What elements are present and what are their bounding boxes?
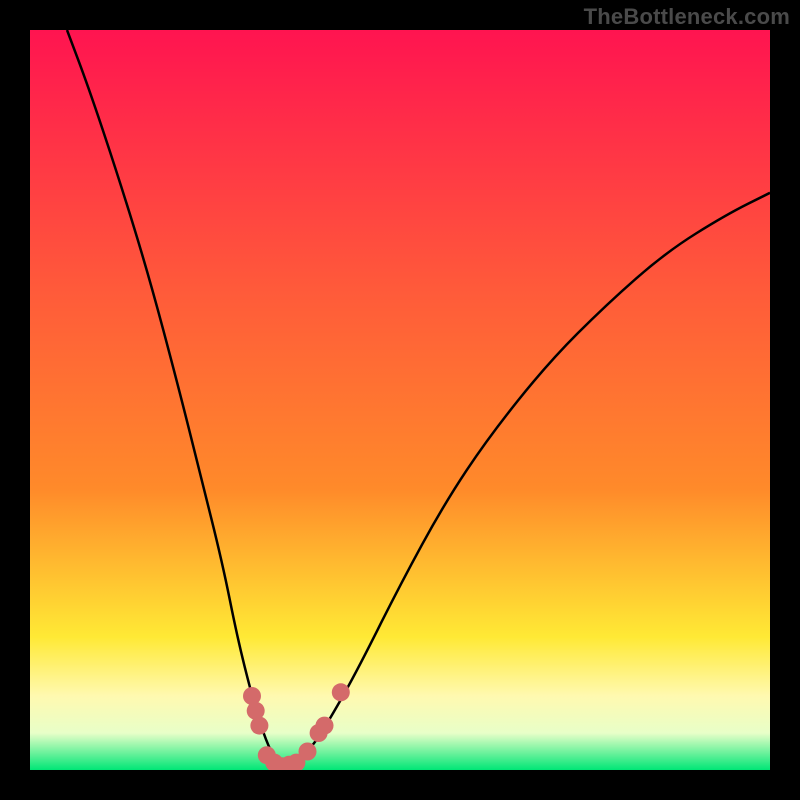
curve-marker (316, 717, 334, 735)
curve-marker (250, 717, 268, 735)
gradient-background (30, 30, 770, 770)
bottleneck-chart (30, 30, 770, 770)
plot-area (30, 30, 770, 770)
chart-frame: TheBottleneck.com (0, 0, 800, 800)
watermark-text: TheBottleneck.com (584, 4, 790, 30)
curve-marker (332, 683, 350, 701)
curve-marker (299, 743, 317, 761)
